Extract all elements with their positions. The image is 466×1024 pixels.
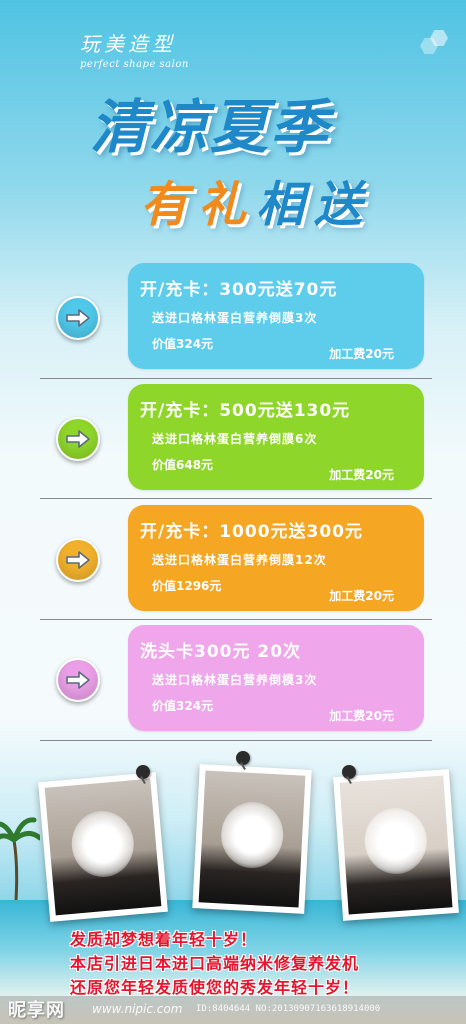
offer-value: 价值324元 <box>152 699 214 713</box>
brand-name-cn: 玩美造型 <box>80 32 176 56</box>
offer-fee: 加工费20元 <box>329 347 394 361</box>
offer-fee: 加工费20元 <box>329 589 394 603</box>
divider <box>40 498 432 499</box>
offer-gift-line: 送进口格林蛋白营养倒膜6次 <box>152 432 318 446</box>
offer-card: 开/充卡：1000元送300元 送进口格林蛋白营养倒膜12次 价值1296元 加… <box>128 505 424 611</box>
slogan-line: 还原您年轻发质使您的秀发年轻十岁！ <box>70 978 360 997</box>
pushpin-icon <box>236 751 250 765</box>
offer-title: 开/充卡：1000元送300元 <box>140 522 364 542</box>
pushpin-icon <box>136 765 150 779</box>
headline-summer: 清凉夏季 <box>90 93 331 161</box>
blurred-face <box>68 808 137 880</box>
offer-gift-line: 送进口格林蛋白营养倒膜3次 <box>152 311 318 325</box>
offer-value: 价值648元 <box>152 458 214 472</box>
offer-card: 开/充卡：300元送70元 送进口格林蛋白营养倒膜3次 价值324元 加工费20… <box>128 263 424 369</box>
offer-fee: 加工费20元 <box>329 709 394 723</box>
watermark-url: www.nipic.com <box>92 1002 183 1016</box>
hairstyle-photo <box>38 772 168 922</box>
arrow-right-icon <box>56 538 100 582</box>
hairstyle-photos <box>0 751 466 955</box>
offer-title: 开/充卡：300元送70元 <box>140 280 338 300</box>
slogan-line: 发质却梦想着年轻十岁！ <box>70 930 258 949</box>
blurred-face <box>219 800 285 870</box>
arrow-right-icon <box>56 296 100 340</box>
offer-row: 开/充卡：500元送130元 送进口格林蛋白营养倒膜6次 价值648元 加工费2… <box>40 384 432 494</box>
offer-card: 洗头卡300元 20次 送进口格林蛋白营养倒模3次 价值324元 加工费20元 <box>128 625 424 731</box>
offer-value: 价值324元 <box>152 337 214 351</box>
brand-logo: 玩美造型 perfect shape salon <box>80 28 189 70</box>
hairstyle-photo <box>333 769 459 921</box>
headline-gift-part1: 有礼 <box>140 177 257 233</box>
offer-row: 开/充卡：1000元送300元 送进口格林蛋白营养倒膜12次 价值1296元 加… <box>40 505 432 615</box>
headline-gift-part2: 相送 <box>256 177 373 233</box>
divider <box>40 378 432 379</box>
offer-card: 开/充卡：500元送130元 送进口格林蛋白营养倒膜6次 价值648元 加工费2… <box>128 384 424 490</box>
pushpin-icon <box>342 765 356 779</box>
watermark-logo: 昵享网 <box>8 1000 65 1021</box>
headline-gift: 有礼相送 <box>140 165 372 235</box>
blurred-face <box>362 805 429 877</box>
offer-title: 开/充卡：500元送130元 <box>140 401 351 421</box>
slogan-line: 本店引进日本进口高端纳米修复养发机 <box>70 954 360 973</box>
arrow-right-icon <box>56 658 100 702</box>
offer-gift-line: 送进口格林蛋白营养倒膜12次 <box>152 553 327 567</box>
offer-gift-line: 送进口格林蛋白营养倒模3次 <box>152 673 318 687</box>
watermark-id: ID:8404644 NO:20130907163618914000 <box>196 1004 381 1014</box>
offer-value: 价值1296元 <box>152 579 222 593</box>
divider <box>40 619 432 620</box>
offer-row: 洗头卡300元 20次 送进口格林蛋白营养倒模3次 价值324元 加工费20元 <box>40 625 432 735</box>
hairstyle-photo <box>192 764 312 914</box>
brand-name-en: perfect shape salon <box>80 59 189 70</box>
offer-row: 开/充卡：300元送70元 送进口格林蛋白营养倒膜3次 价值324元 加工费20… <box>40 263 432 373</box>
offer-title: 洗头卡300元 20次 <box>140 642 302 662</box>
arrow-right-icon <box>56 417 100 461</box>
offer-fee: 加工费20元 <box>329 468 394 482</box>
divider <box>40 740 432 741</box>
